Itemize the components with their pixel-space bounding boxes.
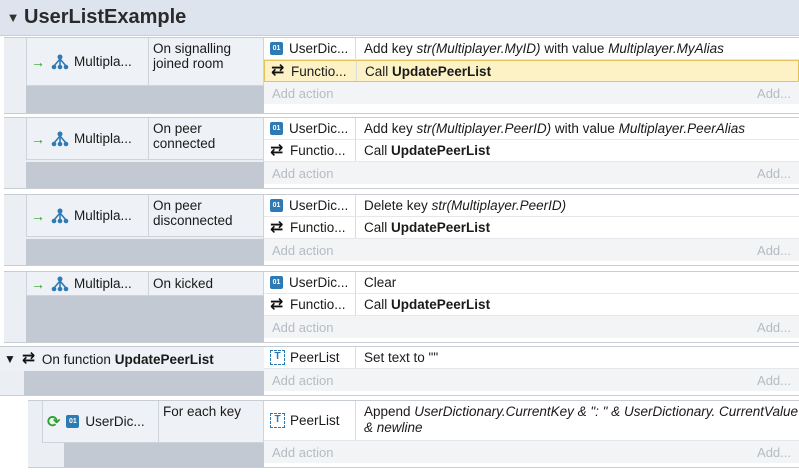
multiplayer-icon <box>51 276 69 291</box>
condition-object: Multipla... <box>74 131 132 146</box>
add-action-button[interactable]: Add action <box>272 166 333 181</box>
add-more-button[interactable]: Add... <box>757 243 791 258</box>
add-action-row[interactable]: Add action Add... <box>264 369 799 391</box>
condition-text: For each key <box>163 404 242 419</box>
add-action-row[interactable]: Add action Add... <box>264 162 799 184</box>
dictionary-icon: 01 <box>270 42 283 55</box>
action-description: Add key str(Multiplayer.PeerID) with val… <box>364 121 745 136</box>
text-object-icon: T <box>270 413 285 428</box>
add-more-button[interactable]: Add... <box>757 320 791 335</box>
action-row[interactable]: T PeerList Append UserDictionary.CurrentK… <box>264 401 799 441</box>
dictionary-icon: 01 <box>66 415 80 428</box>
add-action-button[interactable]: Add action <box>272 243 333 258</box>
add-action-button[interactable]: Add action <box>272 320 333 335</box>
condition-object: Multipla... <box>74 276 132 291</box>
function-label-prefix: On function <box>41 351 111 367</box>
action-description: Delete key str(Multiplayer.PeerID) <box>364 198 567 213</box>
dictionary-icon: 01 <box>270 276 283 289</box>
dictionary-icon: 01 <box>270 199 283 212</box>
multiplayer-icon <box>51 131 69 146</box>
action-row[interactable]: 01 UserDic... Delete key str(Multiplayer.… <box>264 195 799 217</box>
action-description: Call UpdatePeerList <box>365 63 492 79</box>
dictionary-icon: 01 <box>270 122 283 135</box>
collapse-triangle-icon[interactable]: ▼ <box>4 352 16 366</box>
condition-row[interactable]: → Multipla... On peer disconnected <box>26 195 264 237</box>
add-more-button[interactable]: Add... <box>757 445 791 460</box>
function-icon: ⇄ <box>270 218 284 236</box>
add-action-button[interactable]: Add action <box>272 373 333 388</box>
function-label-name: UpdatePeerList <box>114 351 214 367</box>
trigger-arrow-icon: → <box>31 130 45 147</box>
text-object-icon: T <box>270 350 285 365</box>
condition-row[interactable]: → Multipla... On kicked <box>26 272 264 296</box>
multiplayer-icon <box>51 54 69 69</box>
function-icon: ⇄ <box>271 62 285 79</box>
action-description: Set text to "" <box>364 350 439 365</box>
action-description: Call UpdatePeerList <box>364 220 491 235</box>
add-more-button[interactable]: Add... <box>757 166 791 181</box>
function-event-block[interactable]: ▼ ⇄ On function UpdatePeerList T PeerList… <box>0 346 799 396</box>
function-icon: ⇄ <box>270 141 284 159</box>
condition-object: Multipla... <box>74 208 132 223</box>
condition-row[interactable]: → Multipla... On signalling joined room <box>26 38 264 86</box>
action-row[interactable]: 01 UserDic... Clear <box>264 272 799 294</box>
add-action-row[interactable]: Add action Add... <box>264 316 799 338</box>
action-row[interactable]: ⇄ Functio... Call UpdatePeerList <box>264 217 799 239</box>
trigger-arrow-icon: → <box>31 275 45 292</box>
group-title: UserListExample <box>24 6 187 28</box>
action-description: Add key str(Multiplayer.MyID) with value… <box>364 41 724 56</box>
event-block-4[interactable]: → Multipla... On kicked 01 UserDic... Cle… <box>4 271 799 343</box>
action-row[interactable]: ⇄ Functio... Call UpdatePeerList <box>264 140 799 162</box>
action-row[interactable]: ⇄ Functio... Call UpdatePeerList <box>264 294 799 316</box>
multiplayer-icon <box>51 208 69 223</box>
condition-object: UserDic... <box>85 414 145 429</box>
trigger-arrow-icon: → <box>31 53 45 70</box>
action-description: Call UpdatePeerList <box>364 297 491 312</box>
add-action-row[interactable]: Add action Add... <box>264 239 799 261</box>
event-block-2[interactable]: → Multipla... On peer connected 01 UserDi… <box>4 117 799 189</box>
action-row[interactable]: 01 UserDic... Add key str(Multiplayer.Pee… <box>264 118 799 140</box>
add-action-row[interactable]: Add action Add... <box>264 441 799 463</box>
collapse-triangle-icon[interactable]: ▼ <box>2 10 24 25</box>
function-icon: ⇄ <box>270 295 284 313</box>
event-block-3[interactable]: → Multipla... On peer disconnected 01 Use… <box>4 194 799 266</box>
condition-row[interactable]: ⟳ 01 UserDic... For each key <box>42 401 264 443</box>
action-row[interactable]: 01 UserDic... Add key str(Multiplayer.MyI… <box>264 38 799 60</box>
action-description: Clear <box>364 275 397 290</box>
trigger-arrow-icon: → <box>31 207 45 224</box>
condition-object: Multipla... <box>74 54 132 69</box>
action-description: Call UpdatePeerList <box>364 143 491 158</box>
sub-event-block[interactable]: ⟳ 01 UserDic... For each key T PeerList A… <box>28 400 799 468</box>
condition-text: On signalling joined room <box>153 41 232 71</box>
condition-text: On peer disconnected <box>153 198 233 228</box>
condition-text: On peer connected <box>153 121 216 151</box>
function-header-row[interactable]: ▼ ⇄ On function UpdatePeerList <box>0 347 264 371</box>
add-action-button[interactable]: Add action <box>272 445 333 460</box>
event-group-header[interactable]: ▼ UserListExample <box>0 0 799 36</box>
loop-icon: ⟳ <box>47 413 61 431</box>
action-row-selected[interactable]: ⇄ Functio... Call UpdatePeerList <box>264 60 799 82</box>
add-action-row[interactable]: Add action Add... <box>264 82 799 104</box>
condition-text: On kicked <box>153 276 214 291</box>
add-action-button[interactable]: Add action <box>272 86 333 101</box>
event-block-1[interactable]: → Multipla... On signalling joined room … <box>4 37 799 114</box>
action-row[interactable]: T PeerList Set text to "" <box>264 347 799 369</box>
condition-row[interactable]: → Multipla... On peer connected <box>26 118 264 160</box>
function-icon: ⇄ <box>21 350 36 367</box>
add-more-button[interactable]: Add... <box>757 373 791 388</box>
action-description: Append UserDictionary.CurrentKey & ": " … <box>364 404 799 435</box>
add-more-button[interactable]: Add... <box>757 86 791 101</box>
